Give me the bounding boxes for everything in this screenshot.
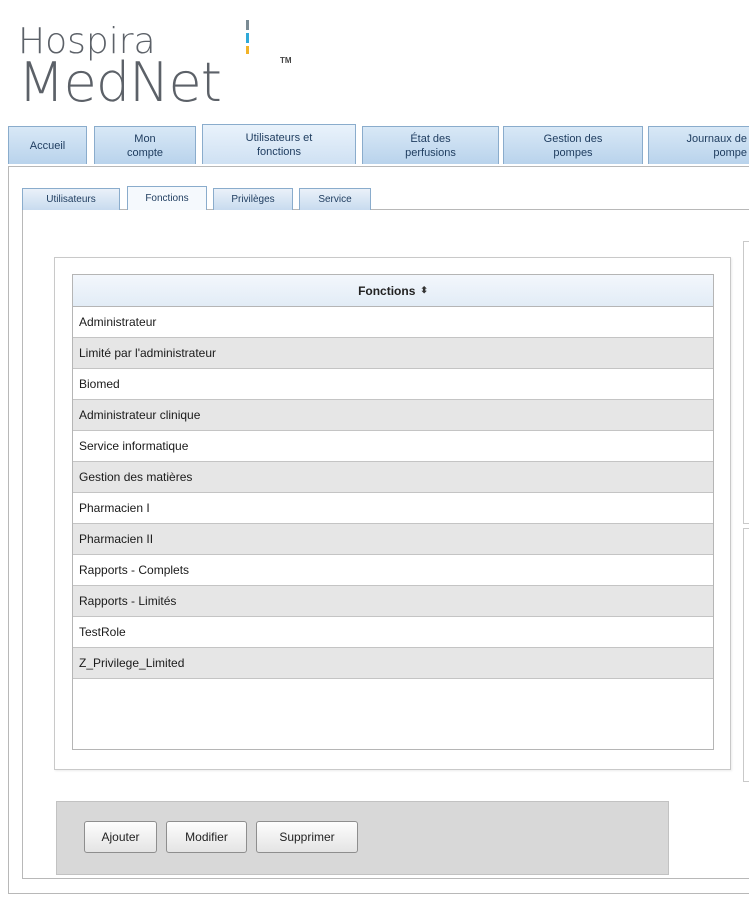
tab-journaux-de-pompe[interactable]: Journaux de pompe — [648, 126, 749, 164]
tab-etat-des-perfusions[interactable]: État des perfusions — [362, 126, 499, 164]
tab-mon-compte[interactable]: Mon compte — [94, 126, 196, 164]
column-header-label: Fonctions — [358, 283, 416, 298]
logo-bar-blue — [246, 33, 249, 43]
delete-button[interactable]: Supprimer — [256, 821, 358, 853]
table-row[interactable]: Biomed — [73, 369, 713, 400]
logo-trademark: TM — [280, 56, 292, 65]
main-tab-bar: Accueil Mon compte Utilisateurs et fonct… — [8, 124, 749, 166]
logo-line-2: MedNet — [18, 51, 222, 114]
tab-accueil[interactable]: Accueil — [8, 126, 87, 164]
subtab-privileges[interactable]: Privilèges — [213, 188, 293, 210]
table-row[interactable]: Rapports - Limités — [73, 586, 713, 617]
fonctions-column-header[interactable]: Fonctions ⬍ — [73, 275, 713, 307]
subtab-utilisateurs[interactable]: Utilisateurs — [22, 188, 120, 210]
side-panel-bottom — [743, 528, 749, 782]
table-row[interactable]: Limité par l'administrateur — [73, 338, 713, 369]
subtab-fonctions[interactable]: Fonctions — [127, 186, 207, 210]
table-row[interactable]: Pharmacien II — [73, 524, 713, 555]
table-row[interactable]: TestRole — [73, 617, 713, 648]
tab-utilisateurs-et-fonctions[interactable]: Utilisateurs et fonctions — [202, 124, 356, 164]
table-row[interactable]: Administrateur — [73, 307, 713, 338]
table-row[interactable]: Service informatique — [73, 431, 713, 462]
edit-button[interactable]: Modifier — [166, 821, 247, 853]
fonctions-grid: Fonctions ⬍ Administrateur Limité par l'… — [72, 274, 714, 750]
table-row[interactable]: Administrateur clinique — [73, 400, 713, 431]
table-row[interactable]: Z_Privilege_Limited — [73, 648, 713, 679]
table-row[interactable]: Rapports - Complets — [73, 555, 713, 586]
sort-icon: ⬍ — [420, 285, 428, 295]
hospira-mednet-logo: Hospira MedNet TM — [18, 14, 308, 114]
tab-gestion-des-pompes[interactable]: Gestion des pompes — [503, 126, 643, 164]
table-row[interactable]: Gestion des matières — [73, 462, 713, 493]
subtab-service[interactable]: Service — [299, 188, 371, 210]
table-row[interactable]: Pharmacien I — [73, 493, 713, 524]
logo-bar-grey — [246, 20, 249, 30]
side-panel-top — [743, 241, 749, 524]
logo-bar-yellow — [246, 46, 249, 54]
add-button[interactable]: Ajouter — [84, 821, 157, 853]
